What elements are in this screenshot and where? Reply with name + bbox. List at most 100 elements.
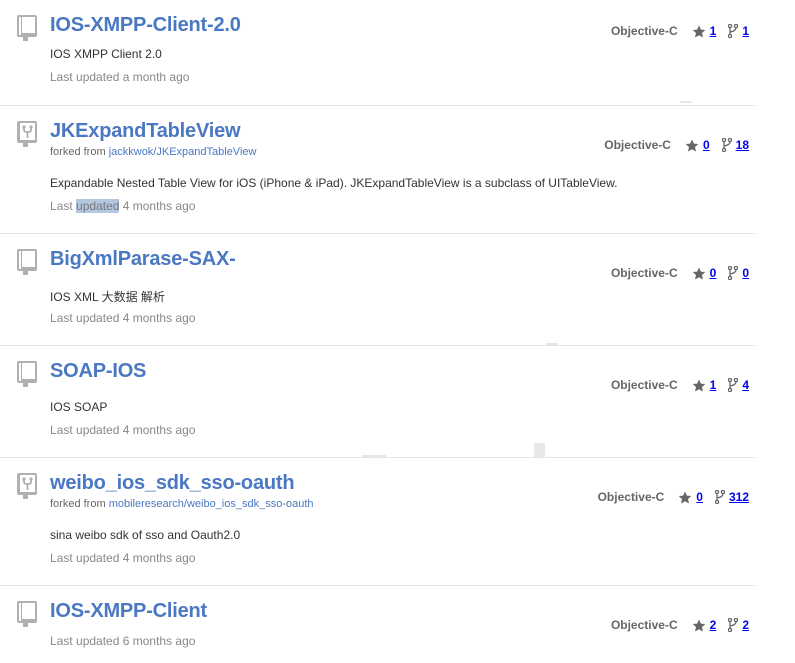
- fork-count: 2: [742, 618, 749, 632]
- book-icon: [16, 360, 40, 388]
- activity-graph: [534, 443, 545, 457]
- stargazers-link[interactable]: 0: [692, 266, 717, 280]
- updated-prefix: Last: [50, 551, 77, 565]
- repo-language: Objective-C: [610, 378, 678, 392]
- forks-link[interactable]: 312: [714, 490, 749, 504]
- fork-icon: [728, 378, 739, 392]
- star-count: 0: [709, 266, 717, 280]
- repo-stats: Objective-C 2 2: [611, 618, 749, 632]
- repo-name-link[interactable]: IOS-XMPP-Client-2.0: [50, 14, 241, 37]
- repo-description: IOS XMPP Client 2.0: [50, 47, 162, 61]
- activity-graph: [362, 455, 386, 457]
- repo-list: IOS-XMPP-Client-2.0 IOS XMPP Client 2.0 …: [0, 0, 795, 663]
- repo-updated: Last updated 4 months ago: [50, 423, 195, 437]
- repo-item: weibo_ios_sdk_sso-oauth forked from mobi…: [0, 458, 755, 586]
- fork-icon: [714, 490, 725, 504]
- forks-link[interactable]: 4: [728, 378, 749, 392]
- star-icon: [692, 379, 705, 391]
- updated-word: updated: [76, 70, 120, 84]
- updated-prefix: Last: [50, 199, 77, 213]
- stargazers-link[interactable]: 1: [692, 24, 717, 38]
- activity-graph: [680, 101, 692, 103]
- fork-icon: [728, 618, 739, 632]
- repo-language: Objective-C: [610, 266, 678, 280]
- forks-link[interactable]: 1: [728, 24, 749, 38]
- fork-count: 0: [742, 266, 749, 280]
- forks-link[interactable]: 2: [728, 618, 749, 632]
- updated-word: updated: [76, 311, 120, 325]
- updated-time: 4 months ago: [119, 423, 196, 437]
- stargazers-link[interactable]: 1: [692, 378, 717, 392]
- repo-updated: Last updated 4 months ago: [50, 551, 195, 565]
- star-count: 0: [702, 138, 710, 152]
- fork-count: 312: [728, 490, 749, 504]
- repo-stats: Objective-C 1 1: [611, 24, 749, 38]
- updated-time: 4 months ago: [119, 551, 196, 565]
- fork-icon: [721, 138, 732, 152]
- activity-graph: [546, 343, 558, 345]
- updated-time: 6 months ago: [119, 634, 196, 648]
- updated-time: 4 months ago: [119, 199, 196, 213]
- fork-repo-icon: [16, 120, 40, 148]
- star-icon: [692, 267, 705, 279]
- stargazers-link[interactable]: 0: [685, 138, 710, 152]
- repo-stats: Objective-C 0 18: [604, 138, 749, 152]
- star-count: 2: [709, 618, 717, 632]
- repo-item: BigXmlParase-SAX- IOS XML 大数据 解析 Last up…: [0, 234, 755, 346]
- fork-repo-icon: [16, 472, 40, 500]
- star-count: 0: [696, 490, 703, 504]
- star-icon: [692, 619, 705, 631]
- repo-language: Objective-C: [610, 618, 678, 632]
- repo-updated: Last updated 6 months ago: [50, 634, 195, 648]
- star-icon: [692, 25, 705, 37]
- fork-icon: [728, 266, 739, 280]
- repo-description: sina weibo sdk of sso and Oauth2.0: [50, 528, 241, 542]
- repo-name-link[interactable]: weibo_ios_sdk_sso-oauth: [50, 472, 295, 495]
- repo-name-link[interactable]: JKExpandTableView: [50, 120, 241, 143]
- star-icon: [685, 139, 699, 151]
- star-icon: [678, 491, 692, 503]
- updated-word: updated: [76, 423, 120, 437]
- repo-item: IOS-XMPP-Client Last updated 6 months ag…: [0, 586, 755, 663]
- forks-link[interactable]: 18: [721, 138, 749, 152]
- updated-prefix: Last: [50, 634, 77, 648]
- repo-stats: Objective-C 0 0: [611, 266, 749, 280]
- repo-item: SOAP-IOS IOS SOAP Last updated 4 months …: [0, 346, 755, 458]
- repo-updated: Last updated 4 months ago: [50, 199, 195, 213]
- fork-count: 18: [735, 138, 749, 152]
- forks-link[interactable]: 0: [728, 266, 749, 280]
- forked-from-link[interactable]: jackkwok/JKExpandTableView: [109, 146, 257, 158]
- forked-from: forked from mobileresearch/weibo_ios_sdk…: [50, 498, 314, 510]
- repo-description: IOS XML 大数据 解析: [50, 290, 165, 304]
- updated-time: a month ago: [119, 70, 190, 84]
- forked-label: forked from: [50, 498, 109, 510]
- updated-word-selected: updated: [76, 199, 120, 213]
- star-count: 1: [709, 24, 717, 38]
- repo-updated: Last updated 4 months ago: [50, 311, 195, 325]
- updated-time: 4 months ago: [119, 311, 196, 325]
- book-icon: [16, 14, 40, 42]
- forked-label: forked from: [50, 146, 109, 158]
- repo-name-link[interactable]: IOS-XMPP-Client: [50, 600, 207, 623]
- stargazers-link[interactable]: 0: [678, 490, 703, 504]
- repo-updated: Last updated a month ago: [50, 70, 189, 84]
- repo-language: Objective-C: [604, 138, 671, 152]
- updated-word: updated: [76, 634, 120, 648]
- updated-word: updated: [76, 551, 120, 565]
- forked-from-link[interactable]: mobileresearch/weibo_ios_sdk_sso-oauth: [109, 498, 314, 510]
- repo-item: IOS-XMPP-Client-2.0 IOS XMPP Client 2.0 …: [0, 0, 755, 106]
- repo-language: Objective-C: [610, 24, 678, 38]
- repo-language: Objective-C: [597, 490, 665, 504]
- repo-name-link[interactable]: BigXmlParase-SAX-: [50, 248, 236, 271]
- book-icon: [16, 600, 40, 628]
- repo-name-link[interactable]: SOAP-IOS: [50, 360, 146, 383]
- updated-prefix: Last: [50, 70, 77, 84]
- repo-description: Expandable Nested Table View for iOS (iP…: [50, 176, 618, 190]
- stargazers-link[interactable]: 2: [692, 618, 717, 632]
- star-count: 1: [709, 378, 717, 392]
- updated-prefix: Last: [50, 423, 77, 437]
- fork-count: 1: [742, 24, 749, 38]
- repo-stats: Objective-C 1 4: [611, 378, 749, 392]
- book-icon: [16, 248, 40, 276]
- forked-from: forked from jackkwok/JKExpandTableView: [50, 146, 256, 158]
